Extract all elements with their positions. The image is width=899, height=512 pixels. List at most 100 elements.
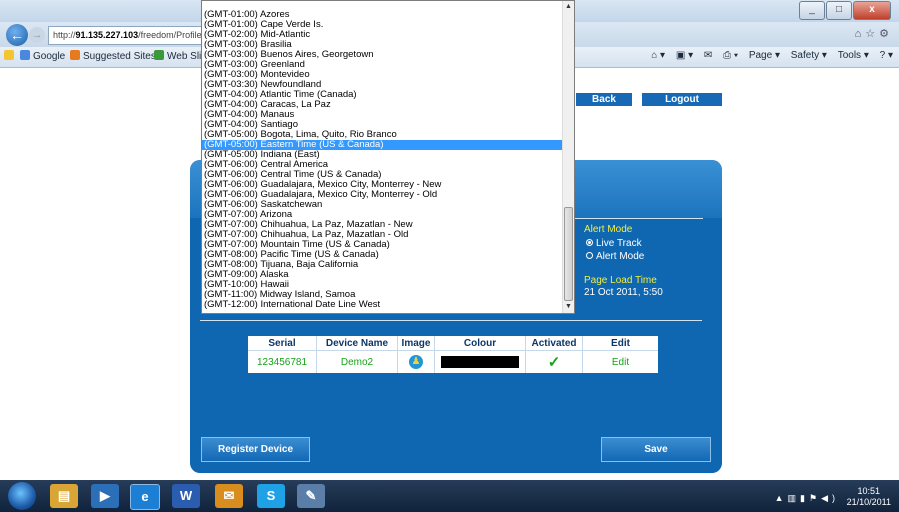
paint-icon[interactable]: ✎ (297, 484, 325, 508)
scroll-thumb[interactable] (564, 207, 573, 301)
timezone-option[interactable]: (GMT-01:00) Cape Verde Is. (202, 20, 564, 30)
minimize-button[interactable]: _ (799, 1, 825, 20)
timezone-option[interactable]: (GMT-03:00) Montevideo (202, 70, 564, 80)
divider (575, 218, 703, 219)
browser-toolbar-icons: ⌂☆⚙ (855, 27, 893, 40)
timezone-option[interactable]: (GMT-06:00) Central Time (US & Canada) (202, 170, 564, 180)
alert-mode-title: Alert Mode (584, 224, 633, 235)
logout-button[interactable]: Logout (642, 93, 722, 106)
maximize-button[interactable]: □ (826, 1, 852, 20)
internet-explorer-icon[interactable]: e (130, 484, 160, 510)
timezone-option[interactable]: (GMT-06:00) Guadalajara, Mexico City, Mo… (202, 180, 564, 190)
back-button[interactable]: Back (576, 93, 632, 106)
timezone-option[interactable]: (GMT-08:00) Pacific Time (US & Canada) (202, 250, 564, 260)
home-icon[interactable]: ⌂ ▾ (651, 50, 665, 61)
scroll-down-arrow-icon[interactable]: ▼ (563, 301, 574, 313)
word-icon[interactable]: W (172, 484, 200, 508)
favorite-suggested-sites[interactable]: Suggested Sites ▾ (70, 50, 164, 62)
clock-date: 21/10/2011 (846, 497, 891, 507)
save-button[interactable]: Save (601, 437, 711, 462)
timezone-option[interactable]: (GMT-07:00) Mountain Time (US & Canada) (202, 240, 564, 250)
timezone-option[interactable]: (GMT-04:00) Manaus (202, 110, 564, 120)
volume-icon[interactable]: ◀) (821, 493, 839, 503)
url-prefix: http:// (53, 30, 76, 40)
timezone-option[interactable]: (GMT-06:00) Central America (202, 160, 564, 170)
timezone-option[interactable]: (GMT-07:00) Arizona (202, 210, 564, 220)
timezone-option[interactable]: (GMT-09:00) Alaska (202, 270, 564, 280)
skype-icon[interactable]: S (257, 484, 285, 508)
timezone-option[interactable]: (GMT-10:00) Hawaii (202, 280, 564, 290)
timezone-option[interactable]: (GMT-03:30) Newfoundland (202, 80, 564, 90)
timezone-option[interactable]: (GMT-04:00) Santiago (202, 120, 564, 130)
timezone-option[interactable]: (GMT-11:00) Midway Island, Samoa (202, 290, 564, 300)
browser-forward-button[interactable]: → (29, 27, 45, 43)
col-edit: Edit (582, 336, 658, 351)
live-track-radio[interactable]: Live Track (586, 238, 642, 249)
timezone-option[interactable]: (GMT-02:00) Mid-Atlantic (202, 30, 564, 40)
table-header-row: Serial Device Name Image Colour Activate… (248, 336, 658, 351)
col-serial: Serial (248, 336, 317, 351)
radio-selected-icon (586, 239, 593, 246)
register-device-button[interactable]: Register Device (201, 437, 310, 462)
google-icon (20, 50, 30, 60)
dropdown-scrollbar[interactable]: ▲ ▼ (562, 1, 574, 313)
timezone-option[interactable]: (GMT-03:00) Greenland (202, 60, 564, 70)
timezone-option[interactable]: (GMT-03:00) Buenos Aires, Georgetown (202, 50, 564, 60)
timezone-option[interactable]: (GMT-08:00) Tijuana, Baja California (202, 260, 564, 270)
timezone-option[interactable]: (GMT-05:00) Bogota, Lima, Quito, Rio Bra… (202, 130, 564, 140)
colour-swatch (441, 356, 519, 368)
timezone-option[interactable]: (GMT-12:00) International Date Line West (202, 300, 564, 310)
safety-menu[interactable]: Safety ▾ (791, 50, 827, 61)
media-player-icon[interactable]: ▶ (91, 484, 119, 508)
page-load-value: 21 Oct 2011, 5:50 (584, 287, 663, 298)
signal-icon[interactable]: ▮ (800, 493, 809, 503)
home-icon[interactable]: ⌂ (855, 28, 866, 40)
timezone-option[interactable]: (GMT-05:00) Indiana (East) (202, 150, 564, 160)
radio-empty-icon (586, 252, 593, 259)
help-icon[interactable]: ? ▾ (880, 50, 893, 61)
tray-expand-icon[interactable]: ▲ (775, 493, 788, 503)
timezone-option[interactable]: (GMT-05:00) Eastern Time (US & Canada) (202, 140, 564, 150)
feeds-icon[interactable]: ▣ ▾ (676, 50, 693, 61)
alert-mode-radio[interactable]: Alert Mode (586, 251, 644, 262)
address-bar[interactable]: http://91.135.227.103/freedom/Profile (48, 26, 214, 45)
timezone-dropdown-list[interactable]: (GMT-01:00) Azores (GMT-01:00) Cape Verde… (201, 0, 575, 314)
scroll-up-arrow-icon[interactable]: ▲ (563, 1, 574, 13)
timezone-option[interactable]: (GMT-07:00) Chihuahua, La Paz, Mazatlan … (202, 230, 564, 240)
system-tray: ▲▥▮⚑◀) (775, 493, 839, 504)
favorites-star-icon[interactable] (4, 50, 17, 62)
outlook-icon[interactable]: ✉ (215, 484, 243, 508)
print-icon[interactable]: ⎙ ▾ (723, 50, 738, 61)
page-menu[interactable]: Page ▾ (749, 50, 780, 61)
timezone-option[interactable]: (GMT-06:00) Saskatchewan (202, 200, 564, 210)
timezone-options: (GMT-01:00) Azores (GMT-01:00) Cape Verde… (202, 10, 564, 310)
edit-link[interactable]: Edit (582, 350, 658, 373)
clock-time: 10:51 (857, 486, 881, 496)
start-button[interactable] (8, 482, 36, 510)
network-icon[interactable]: ▥ (788, 493, 801, 503)
table-row: 123456781 Demo2 ♟ ✓ Edit (248, 350, 658, 373)
col-activated: Activated (525, 336, 583, 351)
timezone-option[interactable]: (GMT-01:00) Azores (202, 10, 564, 20)
timezone-option[interactable]: (GMT-03:00) Brasilia (202, 40, 564, 50)
tools-menu[interactable]: Tools ▾ (838, 50, 869, 61)
flag-icon[interactable]: ⚑ (809, 493, 821, 503)
favorites-star-icon[interactable]: ☆ (865, 28, 879, 40)
file-explorer-icon[interactable]: ▤ (50, 484, 78, 508)
browser-back-button[interactable]: ← (6, 24, 28, 46)
timezone-option[interactable]: (GMT-06:00) Guadalajara, Mexico City, Mo… (202, 190, 564, 200)
checkmark-icon: ✓ (547, 354, 561, 371)
timezone-option[interactable]: (GMT-07:00) Chihuahua, La Paz, Mazatlan … (202, 220, 564, 230)
person-icon: ♟ (409, 355, 423, 369)
url-path: /freedom/Profile (138, 30, 202, 40)
taskbar-clock[interactable]: 10:51 21/10/2011 (847, 486, 891, 508)
settings-gear-icon[interactable]: ⚙ (879, 28, 893, 40)
timezone-option[interactable]: (GMT-04:00) Atlantic Time (Canada) (202, 90, 564, 100)
suggested-sites-icon (70, 50, 80, 60)
favorite-google[interactable]: Google (20, 50, 65, 62)
activated-cell: ✓ (525, 350, 583, 373)
mail-icon[interactable]: ✉ (704, 50, 712, 61)
close-window-button[interactable]: x (853, 1, 891, 20)
window-controls: _ □ x (799, 1, 891, 20)
timezone-option[interactable]: (GMT-04:00) Caracas, La Paz (202, 100, 564, 110)
